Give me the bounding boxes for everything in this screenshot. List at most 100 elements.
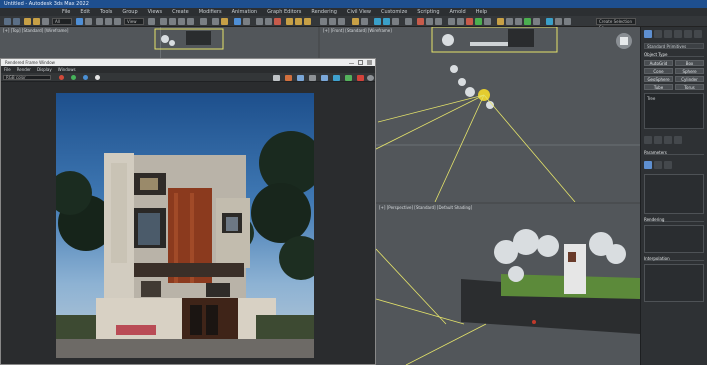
- menu-create[interactable]: Create: [172, 8, 189, 16]
- menu-scripting[interactable]: Scripting: [417, 8, 439, 16]
- select-by-name-icon[interactable]: [85, 18, 92, 25]
- motion-tab-icon[interactable]: [674, 30, 682, 38]
- maximize-icon[interactable]: [358, 60, 363, 65]
- interpolation-header[interactable]: Interpolation: [644, 256, 704, 261]
- pin-stack-icon[interactable]: [644, 136, 652, 144]
- max-creation-graph-icon[interactable]: [435, 18, 442, 25]
- hierarchy-tab-icon[interactable]: [664, 30, 672, 38]
- menu-help[interactable]: Help: [476, 8, 487, 16]
- unlink-icon[interactable]: [33, 18, 40, 25]
- menu-animation[interactable]: Animation: [232, 8, 258, 16]
- spacing-tool-icon[interactable]: [338, 18, 345, 25]
- plugin-icon-6[interactable]: [497, 18, 504, 25]
- render-setup-icon[interactable]: [286, 18, 293, 25]
- light-lister-icon[interactable]: [352, 18, 359, 25]
- toggle-ribbon-icon[interactable]: [243, 18, 250, 25]
- plugin-icon-11[interactable]: [546, 18, 553, 25]
- display-tab-icon[interactable]: [684, 30, 692, 38]
- render-production-icon[interactable]: [304, 18, 311, 25]
- menu-graph-editors[interactable]: Graph Editors: [267, 8, 301, 16]
- copy-image-icon[interactable]: [285, 75, 292, 81]
- cone-button[interactable]: Cone: [644, 68, 673, 74]
- clear-image-icon[interactable]: [321, 75, 328, 81]
- schematic-view-icon[interactable]: [265, 18, 272, 25]
- param-field[interactable]: [644, 264, 704, 302]
- plugin-icon-5[interactable]: [484, 18, 491, 25]
- wrench-icon[interactable]: [361, 18, 368, 25]
- cylinder-button[interactable]: Cylinder: [675, 76, 704, 82]
- sphere-button[interactable]: Sphere: [675, 68, 704, 74]
- make-unique-icon[interactable]: [664, 136, 672, 144]
- menu-civil-view[interactable]: Civil View: [347, 8, 371, 16]
- plugin-icon-12[interactable]: [555, 18, 562, 25]
- object-name-list[interactable]: Tree: [644, 93, 704, 129]
- percent-snap-icon[interactable]: [178, 18, 185, 25]
- fw-menu-display[interactable]: Display: [37, 66, 52, 73]
- link-icon[interactable]: [24, 18, 31, 25]
- array-icon[interactable]: [329, 18, 336, 25]
- remove-modifier-icon[interactable]: [674, 136, 682, 144]
- object-type-header[interactable]: Object Type: [644, 52, 704, 57]
- clone-window-icon[interactable]: [297, 75, 304, 81]
- angle-snap-icon[interactable]: [169, 18, 176, 25]
- rendering-header[interactable]: Rendering: [644, 217, 704, 222]
- selection-filter-select[interactable]: All: [52, 18, 72, 25]
- teapot-render-icon[interactable]: [405, 18, 412, 25]
- redo-icon[interactable]: [13, 18, 20, 25]
- menu-arnold[interactable]: Arnold: [450, 8, 466, 16]
- scene-converter-icon[interactable]: [426, 18, 433, 25]
- green-channel-icon[interactable]: [71, 75, 76, 80]
- curve-editor-icon[interactable]: [256, 18, 263, 25]
- list-item[interactable]: Tree: [647, 96, 655, 101]
- torus-button[interactable]: Torus: [675, 84, 704, 90]
- close-icon[interactable]: [367, 60, 372, 65]
- select-move-icon[interactable]: [96, 18, 103, 25]
- autogrid-checkbox[interactable]: AutoGrid: [644, 60, 673, 66]
- blue-channel-icon[interactable]: [83, 75, 88, 80]
- modify-tab-icon[interactable]: [654, 30, 662, 38]
- edit-named-selection-icon[interactable]: [200, 18, 207, 25]
- plugin-icon-2[interactable]: [457, 18, 464, 25]
- close-render-icon[interactable]: [367, 75, 374, 81]
- spinner-snap-icon[interactable]: [187, 18, 194, 25]
- flag-icon[interactable]: [345, 75, 352, 81]
- tube-button[interactable]: Tube: [644, 84, 673, 90]
- menu-tools[interactable]: Tools: [100, 8, 112, 16]
- print-image-icon[interactable]: [309, 75, 316, 81]
- geosphere-button[interactable]: GeoSphere: [644, 76, 673, 82]
- channel-select[interactable]: RGB color: [3, 75, 51, 80]
- reference-coordinate-select[interactable]: View: [124, 18, 144, 25]
- create-icon[interactable]: [320, 18, 327, 25]
- plugin-icon-7[interactable]: [506, 18, 513, 25]
- param-field[interactable]: [644, 174, 704, 214]
- rendered-frame-window-icon[interactable]: [295, 18, 302, 25]
- param-tool-icon-3[interactable]: [664, 161, 672, 169]
- plugin-icon-13[interactable]: [564, 18, 571, 25]
- mirror-icon[interactable]: [212, 18, 219, 25]
- save-image-icon[interactable]: [273, 75, 280, 81]
- plugin-icon-8[interactable]: [515, 18, 522, 25]
- frame-window-title-bar[interactable]: Rendered Frame Window: [1, 59, 375, 66]
- menu-views[interactable]: Views: [148, 8, 162, 16]
- material-editor-icon[interactable]: [274, 18, 281, 25]
- slate-material-icon[interactable]: [383, 18, 390, 25]
- utilities-tab-icon[interactable]: [694, 30, 702, 38]
- render-frame-icon[interactable]: [392, 18, 399, 25]
- box-button[interactable]: Box: [675, 60, 704, 66]
- plugin-icon-4[interactable]: [475, 18, 482, 25]
- settings-icon[interactable]: [357, 75, 364, 81]
- menu-group[interactable]: Group: [122, 8, 137, 16]
- select-rotate-icon[interactable]: [105, 18, 112, 25]
- red-channel-icon[interactable]: [59, 75, 64, 80]
- alpha-channel-icon[interactable]: [95, 75, 100, 80]
- plugin-icon-9[interactable]: [524, 18, 531, 25]
- category-select[interactable]: Standard Primitives: [644, 43, 704, 49]
- fw-menu-render[interactable]: Render: [17, 66, 31, 73]
- menu-modifiers[interactable]: Modifiers: [199, 8, 222, 16]
- compact-material-icon[interactable]: [374, 18, 381, 25]
- layer-explorer-icon[interactable]: [234, 18, 241, 25]
- named-selection-set-select[interactable]: Create Selection Se: [596, 18, 636, 30]
- pivot-center-icon[interactable]: [148, 18, 155, 25]
- menu-file[interactable]: File: [62, 8, 70, 16]
- viewport-bottom-right[interactable]: [+] [Perspective] [Standard] [Default Sh…: [376, 204, 640, 365]
